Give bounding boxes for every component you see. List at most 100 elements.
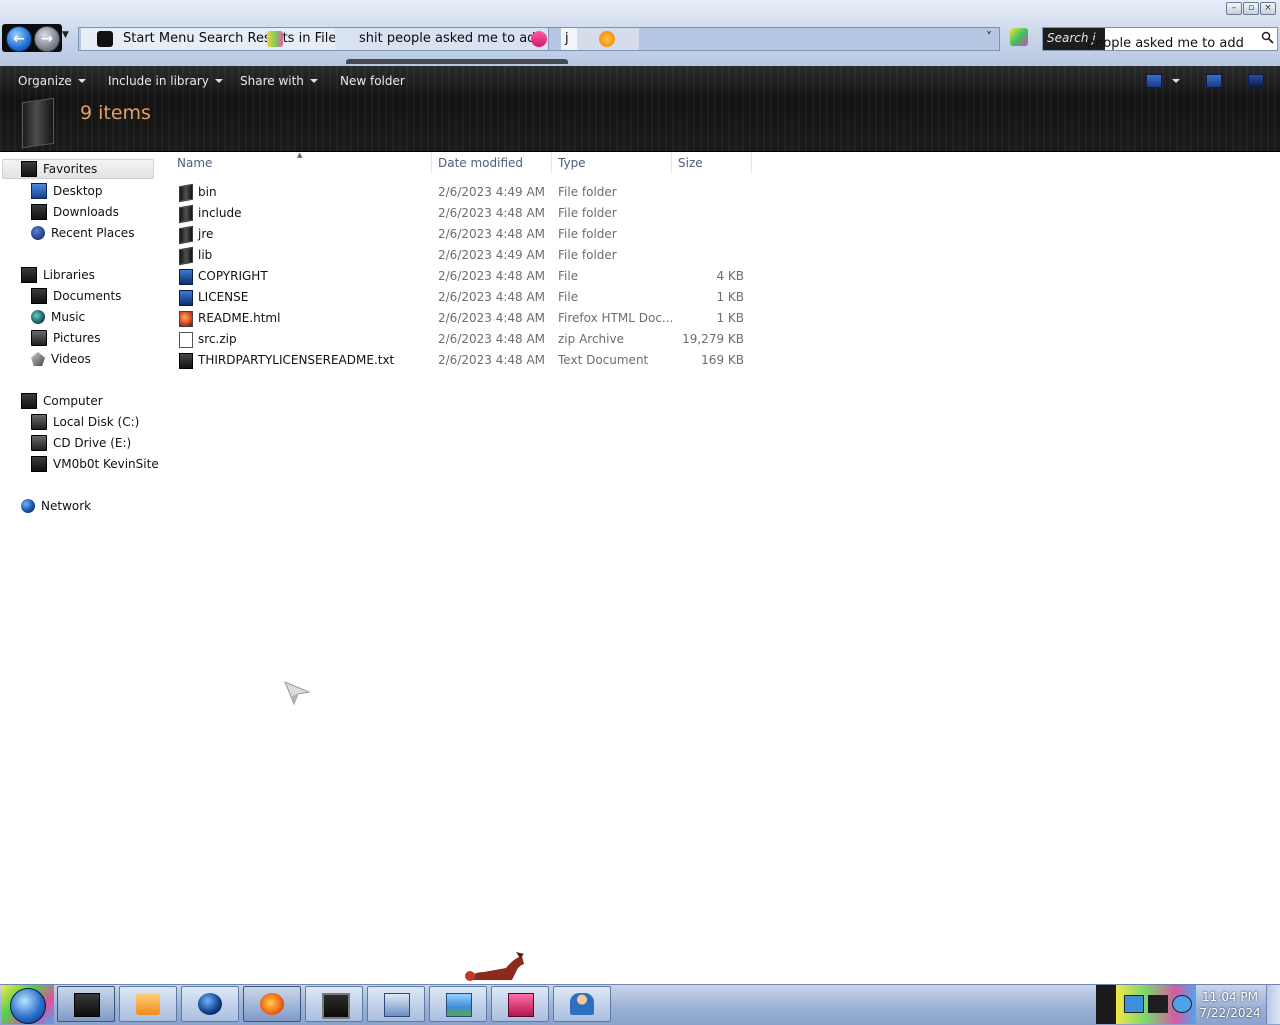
nav-downloads[interactable]: Downloads (31, 202, 119, 222)
refresh-button[interactable] (1010, 28, 1028, 46)
file-row[interactable]: jre 2/6/2023 4:48 AM File folder (176, 224, 750, 245)
volume-tray-icon[interactable] (1172, 995, 1192, 1013)
minimize-button[interactable]: – (1226, 2, 1242, 15)
monitor-tray-icon[interactable] (1148, 995, 1168, 1013)
taskbar-button[interactable] (119, 986, 177, 1022)
toolbox-icon (508, 993, 534, 1017)
nav-pictures[interactable]: Pictures (31, 328, 101, 348)
nav-videos[interactable]: Videos (31, 349, 91, 369)
folder-thumbnail-icon (22, 97, 54, 149)
taskbar-button[interactable] (181, 986, 239, 1022)
taskbar-button[interactable] (429, 986, 487, 1022)
taskbar-button[interactable] (491, 986, 549, 1022)
file-date-modified: 2/6/2023 4:48 AM (438, 227, 546, 241)
cd-drive-icon (31, 435, 47, 451)
nav-favorites[interactable]: Favorites (2, 159, 154, 179)
forward-button[interactable]: → (34, 26, 60, 52)
taskbar-button[interactable] (305, 986, 363, 1022)
file-size: 1 KB (716, 290, 744, 304)
file-row[interactable]: README.html 2/6/2023 4:48 AM Firefox HTML … (176, 308, 750, 329)
nav-computer[interactable]: Computer (21, 391, 103, 411)
column-divider[interactable] (751, 152, 752, 174)
new-folder-button[interactable]: New folder (340, 74, 405, 88)
preview-pane-icon[interactable] (1206, 74, 1222, 88)
file-name: jre (198, 227, 214, 241)
column-divider[interactable] (431, 152, 432, 174)
file-icon (179, 269, 193, 285)
breadcrumb-folder[interactable]: shit people asked me to add (335, 28, 549, 50)
share-with-button[interactable]: Share with (240, 74, 318, 88)
globe-browser-icon (198, 993, 222, 1015)
file-date-modified: 2/6/2023 4:48 AM (438, 290, 546, 304)
change-view-icon[interactable] (1146, 74, 1162, 88)
help-icon[interactable] (1248, 74, 1264, 88)
nav-libraries[interactable]: Libraries (21, 265, 95, 285)
html-file-icon (179, 311, 193, 327)
taskbar-button[interactable] (367, 986, 425, 1022)
user-figure-icon (570, 993, 594, 1015)
show-desktop-button[interactable] (1266, 985, 1280, 1024)
close-button[interactable]: × (1260, 2, 1276, 15)
maximize-button[interactable]: ▫ (1243, 2, 1259, 15)
taskbar-button[interactable] (553, 986, 611, 1022)
nav-network[interactable]: Network (21, 496, 91, 516)
forward-arrow-icon: → (41, 31, 53, 47)
file-type: zip Archive (558, 332, 624, 346)
address-dropdown-button[interactable]: ˅ (986, 30, 992, 44)
view-controls (1146, 74, 1264, 88)
windows-logo-icon (10, 988, 46, 1024)
address-bar-strip: – ▫ × ← → ▼ Start Menu Search Results in… (0, 0, 1280, 67)
file-row[interactable]: bin 2/6/2023 4:49 AM File folder (176, 182, 750, 203)
file-row[interactable]: THIRDPARTYLICENSEREADME.txt 2/6/2023 4:48… (176, 350, 750, 371)
music-icon (31, 310, 45, 324)
videos-icon (31, 352, 45, 366)
file-date-modified: 2/6/2023 4:48 AM (438, 332, 546, 346)
file-row[interactable]: COPYRIGHT 2/6/2023 4:48 AM File 4 KB (176, 266, 750, 287)
nav-network-drive[interactable]: VM0b0t KevinSite (31, 454, 159, 474)
nav-cd-drive[interactable]: CD Drive (E:) (31, 433, 131, 453)
nav-recent-places[interactable]: Recent Places (31, 223, 134, 243)
command-bar: Organize Include in library Share with N… (0, 66, 1280, 152)
nav-desktop[interactable]: Desktop (31, 181, 103, 201)
recent-places-icon (31, 226, 45, 240)
search-results-icon (97, 31, 113, 47)
file-type: Text Document (558, 353, 649, 367)
taskbar-button[interactable] (57, 986, 115, 1022)
firefox-icon (260, 993, 284, 1015)
column-divider[interactable] (551, 152, 552, 174)
file-row[interactable]: src.zip 2/6/2023 4:48 AM zip Archive 19,279… (176, 329, 750, 350)
file-date-modified: 2/6/2023 4:49 AM (438, 185, 546, 199)
network-tray-icon[interactable] (1124, 995, 1144, 1013)
view-options-chevron-icon[interactable] (1172, 79, 1180, 83)
file-size: 4 KB (716, 269, 744, 283)
column-header-size[interactable]: Size (678, 156, 703, 172)
file-type: File (558, 269, 579, 283)
nav-documents[interactable]: Documents (31, 286, 121, 306)
organize-button[interactable]: Organize (18, 74, 86, 88)
back-button[interactable]: ← (6, 26, 32, 52)
search-input[interactable]: Search j people asked me to add (1042, 27, 1278, 51)
address-field[interactable]: Start Menu Search Results in Files shit … (78, 27, 1000, 51)
file-name: LICENSE (198, 290, 249, 304)
column-header-type[interactable]: Type (558, 156, 586, 172)
column-divider[interactable] (671, 152, 672, 174)
column-header-date-modified[interactable]: Date modified (438, 156, 523, 172)
nav-local-disk[interactable]: Local Disk (C:) (31, 412, 139, 432)
network-globe-icon (21, 499, 35, 513)
file-name: lib (198, 248, 213, 262)
file-row[interactable]: lib 2/6/2023 4:49 AM File folder (176, 245, 750, 266)
search-icon[interactable] (1261, 31, 1274, 44)
include-in-library-button[interactable]: Include in library (108, 74, 223, 88)
breadcrumb-search-results[interactable]: Start Menu Search Results in Files (81, 28, 349, 50)
recent-pages-dropdown[interactable]: ▼ (62, 30, 69, 40)
column-header-name[interactable]: Name (177, 156, 212, 172)
start-button[interactable] (2, 985, 54, 1024)
file-name: include (198, 206, 242, 220)
file-row[interactable]: LICENSE 2/6/2023 4:48 AM File 1 KB (176, 287, 750, 308)
file-size: 19,279 KB (682, 332, 744, 346)
taskbar-button[interactable] (243, 986, 301, 1022)
file-row[interactable]: include 2/6/2023 4:48 AM File folder (176, 203, 750, 224)
nav-music[interactable]: Music (31, 307, 85, 327)
system-clock[interactable]: 11:04 PM 7/22/2024 (1199, 989, 1261, 1021)
downloads-icon (31, 204, 47, 220)
